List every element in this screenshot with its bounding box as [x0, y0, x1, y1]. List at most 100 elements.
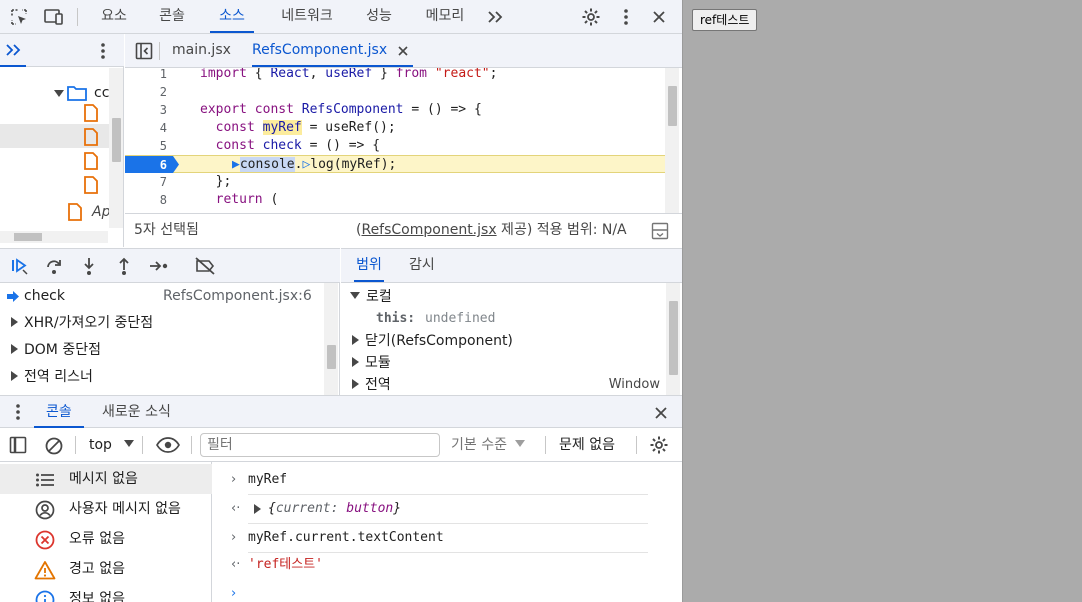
- expand-caret-icon[interactable]: [254, 504, 261, 514]
- brace: }: [393, 501, 402, 516]
- console-settings-gear-icon[interactable]: [649, 435, 669, 459]
- scope-label: 로컬: [366, 289, 392, 305]
- scroll-thumb[interactable]: [14, 233, 42, 241]
- scope-global[interactable]: 전역 Window: [341, 374, 666, 396]
- callstack-frame[interactable]: check RefsComponent.jsx:6: [0, 283, 322, 310]
- settings-gear-icon[interactable]: [580, 6, 602, 28]
- step-into-icon[interactable]: [78, 255, 100, 277]
- line-number[interactable]: 8: [125, 191, 175, 209]
- drawer-tab-console[interactable]: 콘솔: [34, 396, 84, 428]
- tab-watch[interactable]: 감시: [409, 249, 435, 282]
- device-toolbar-icon[interactable]: [43, 6, 65, 28]
- editor-tab-main[interactable]: main.jsx: [172, 34, 231, 67]
- frame-name: check: [24, 288, 65, 304]
- sidebar-user-messages[interactable]: 사용자 메시지 없음: [0, 494, 212, 524]
- more-tabs-icon[interactable]: [484, 6, 506, 28]
- section-global-listeners[interactable]: 전역 리스너: [0, 364, 322, 391]
- clear-console-icon[interactable]: [44, 436, 64, 460]
- section-dom-breakpoints[interactable]: DOM 중단점: [0, 337, 322, 364]
- scroll-thumb[interactable]: [112, 118, 121, 162]
- toggle-navigator-icon[interactable]: [135, 42, 153, 64]
- line-number[interactable]: 4: [125, 119, 175, 137]
- coverage-toggle-icon[interactable]: [651, 222, 669, 240]
- editor-vscrollbar[interactable]: [665, 68, 679, 213]
- tab-console[interactable]: 콘솔: [150, 0, 194, 33]
- line-number[interactable]: 2: [125, 83, 175, 101]
- code-text: ▶console.▷log(myRef);: [232, 157, 397, 172]
- tab-performance[interactable]: 성능: [358, 0, 400, 33]
- console-filter-input[interactable]: [200, 433, 440, 457]
- scope-local[interactable]: 로컬: [341, 286, 666, 308]
- input-prompt-icon: ›: [231, 530, 237, 545]
- tab-sources[interactable]: 소스: [210, 0, 254, 33]
- editor-status-bar: 5자 선택됨 (RefsComponent.jsx 제공) 적용 범위: N/A: [125, 213, 682, 247]
- inspect-element-icon[interactable]: [8, 6, 30, 28]
- step-icon[interactable]: [148, 255, 170, 277]
- drawer-tab-whats-new[interactable]: 새로운 소식: [102, 396, 171, 428]
- toolbar-divider: [545, 436, 546, 454]
- source-file-link[interactable]: RefsComponent.jsx: [361, 222, 496, 238]
- scroll-thumb[interactable]: [669, 301, 678, 375]
- scope-module[interactable]: 모듈: [341, 352, 666, 374]
- tab-memory[interactable]: 메모리: [418, 0, 472, 33]
- close-drawer-icon[interactable]: [653, 405, 669, 425]
- navigator-hscrollbar[interactable]: [0, 231, 108, 243]
- line-number[interactable]: 5: [125, 137, 175, 155]
- scroll-thumb[interactable]: [327, 345, 336, 369]
- close-devtools-icon[interactable]: [648, 6, 670, 28]
- editor-tab-refscomponent[interactable]: RefsComponent.jsx: [252, 34, 414, 67]
- code-line-paused: 6 ▶console.▷log(myRef);: [125, 155, 665, 173]
- context-selector[interactable]: top: [89, 428, 135, 462]
- line-number[interactable]: 7: [125, 173, 175, 191]
- expand-caret-icon: [11, 344, 18, 354]
- result-arrow-icon: ‹·: [231, 501, 241, 516]
- issues-counter[interactable]: 문제 없음: [559, 428, 615, 462]
- tab-network[interactable]: 네트워크: [272, 0, 342, 33]
- deactivate-breakpoints-icon[interactable]: [194, 255, 216, 277]
- sidebar-errors[interactable]: 오류 없음: [0, 524, 212, 554]
- drawer-menu-icon[interactable]: [15, 403, 21, 425]
- sidebar-info[interactable]: 정보 없음: [0, 584, 212, 602]
- live-expression-eye-icon[interactable]: [156, 436, 180, 458]
- debugger-vscrollbar[interactable]: [324, 283, 338, 396]
- editor-tab-bar: main.jsx RefsComponent.jsx: [125, 34, 682, 68]
- log-level-selector[interactable]: 기본 수준: [451, 428, 526, 462]
- file-label: Ap: [92, 204, 111, 220]
- more-navigator-tabs-icon[interactable]: [4, 42, 22, 62]
- code-line: 5 const check = () => {: [125, 137, 665, 155]
- file-icon[interactable]: [84, 104, 98, 122]
- tab-scope[interactable]: 범위: [354, 249, 384, 282]
- show-sidebar-icon[interactable]: [9, 436, 27, 458]
- file-navigator: cc Ap: [0, 34, 124, 247]
- step-out-icon[interactable]: [113, 255, 135, 277]
- list-icon: [34, 469, 56, 491]
- console-output[interactable]: › myRef ‹· {current: button} › myRef.cur…: [213, 462, 682, 602]
- navigator-menu-icon[interactable]: [100, 42, 106, 64]
- scope-closure[interactable]: 닫기(RefsComponent): [341, 330, 666, 352]
- scroll-thumb[interactable]: [668, 86, 677, 126]
- scope-vscrollbar[interactable]: [666, 283, 680, 396]
- tab-elements[interactable]: 요소: [92, 0, 136, 33]
- resume-icon[interactable]: [8, 255, 30, 277]
- console-result-line[interactable]: ‹· {current: button}: [213, 495, 682, 523]
- line-number[interactable]: 3: [125, 101, 175, 119]
- code-editor[interactable]: 1 import { React, useRef } from "react";…: [125, 68, 682, 213]
- scope-tab-bar: 범위 감시: [341, 249, 682, 283]
- scope-panel: 범위 감시 로컬 this: undefined 닫기(RefsComponen…: [341, 248, 682, 396]
- console-text: myRef.current.textContent: [248, 530, 444, 545]
- line-number[interactable]: 1: [125, 68, 175, 83]
- close-tab-icon[interactable]: [397, 45, 409, 57]
- file-icon[interactable]: [84, 176, 98, 194]
- navigator-vscrollbar[interactable]: [109, 68, 123, 228]
- more-options-icon[interactable]: [615, 6, 637, 28]
- file-icon[interactable]: [84, 128, 98, 146]
- console-prompt-line[interactable]: ›: [213, 580, 682, 602]
- expand-caret-icon: [352, 335, 359, 345]
- sidebar-messages[interactable]: 메시지 없음: [0, 464, 212, 494]
- line-number[interactable]: 6: [125, 156, 175, 174]
- file-icon[interactable]: [84, 152, 98, 170]
- section-xhr-breakpoints[interactable]: XHR/가져오기 중단점: [0, 310, 322, 337]
- sidebar-warnings[interactable]: 경고 없음: [0, 554, 212, 584]
- step-over-icon[interactable]: [43, 255, 65, 277]
- ref-test-button[interactable]: ref테스트: [692, 9, 758, 31]
